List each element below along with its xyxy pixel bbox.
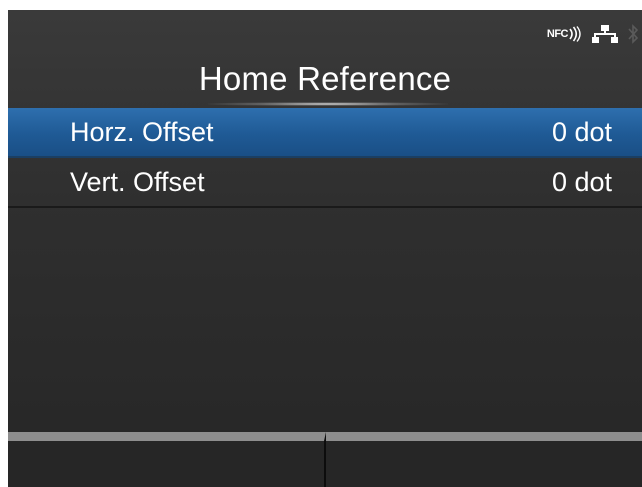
page-title: Home Reference (198, 60, 452, 97)
printer-display: NFC Home Reference Horz. Offset 0 dot Ve… (8, 10, 642, 487)
softkey-bar (8, 432, 642, 487)
menu-item-label: Horz. Offset (70, 116, 214, 147)
nfc-wave-icon (569, 26, 581, 42)
softkey-left[interactable] (8, 432, 326, 487)
wired-network-icon (592, 25, 618, 43)
menu-item-horz-offset[interactable]: Horz. Offset 0 dot (8, 108, 642, 158)
menu-item-value: 0 dot (551, 116, 612, 147)
menu-item-value: 0 dot (551, 166, 612, 197)
nfc-icon: NFC (547, 26, 582, 42)
bluetooth-icon (628, 23, 638, 45)
menu-list: Horz. Offset 0 dot Vert. Offset 0 dot (8, 108, 642, 208)
title-underline-glow (208, 102, 448, 106)
nfc-label: NFC (546, 28, 569, 40)
softkey-right[interactable] (326, 432, 642, 487)
status-bar: NFC (547, 14, 642, 54)
menu-item-vert-offset[interactable]: Vert. Offset 0 dot (8, 158, 642, 208)
menu-item-label: Vert. Offset (70, 166, 205, 197)
